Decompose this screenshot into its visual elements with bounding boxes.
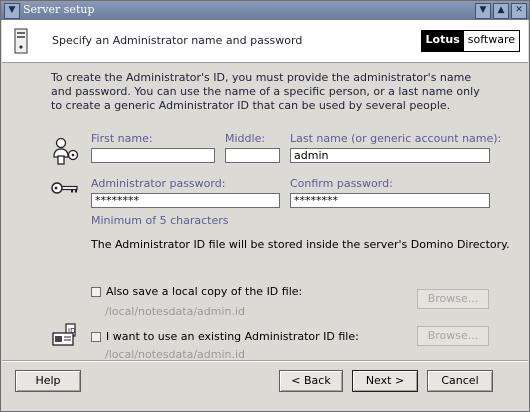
first-name-input[interactable] <box>91 148 215 163</box>
middle-name-label: Middle: <box>225 132 266 145</box>
id-storage-note: The Administrator ID file will be stored… <box>91 238 510 251</box>
last-name-input[interactable]: admin <box>290 148 490 163</box>
server-icon <box>14 28 28 54</box>
key-icon <box>51 182 78 194</box>
window-title: Server setup <box>23 3 95 16</box>
confirm-password-input[interactable]: ******** <box>290 193 490 208</box>
title-bar: ▼ Server setup ▼ ▲ ✕ <box>1 1 529 20</box>
existing-id-browse-button[interactable]: Browse... <box>417 326 489 346</box>
next-button[interactable]: Next > <box>352 370 418 392</box>
wizard-header: Specify an Administrator name and passwo… <box>2 20 528 63</box>
confirm-password-label: Confirm password: <box>290 177 393 190</box>
help-button[interactable]: Help <box>15 370 81 392</box>
minimize-button[interactable]: ▼ <box>475 3 491 19</box>
close-button[interactable]: ✕ <box>511 3 527 19</box>
last-name-label: Last name (or generic account name): <box>290 132 502 145</box>
setup-window: ▼ Server setup ▼ ▲ ✕ Specify an Administ… <box>0 0 530 412</box>
local-copy-label[interactable]: Also save a local copy of the ID file: <box>106 285 302 298</box>
window-menu-button[interactable]: ▼ <box>4 3 20 19</box>
logo-strong-text: Lotus <box>421 31 464 51</box>
password-hint: Minimum of 5 characters <box>91 214 229 227</box>
person-key-icon <box>53 137 79 165</box>
middle-name-input[interactable] <box>225 148 280 163</box>
local-copy-path: /local/notesdata/admin.id <box>105 305 246 318</box>
admin-password-input[interactable]: ******** <box>91 193 280 208</box>
cancel-button[interactable]: Cancel <box>427 370 493 392</box>
intro-text: To create the Administrator's ID, you mu… <box>51 71 480 112</box>
logo-light-text: software <box>463 31 519 51</box>
existing-id-label[interactable]: I want to use an existing Administrator … <box>106 330 359 343</box>
footer-separator <box>2 360 528 362</box>
local-copy-browse-button[interactable]: Browse... <box>417 289 489 309</box>
admin-password-label: Administrator password: <box>91 177 226 190</box>
lotus-software-logo: Lotus software <box>420 30 520 52</box>
local-copy-checkbox[interactable] <box>91 287 101 297</box>
existing-id-checkbox[interactable] <box>91 332 101 342</box>
back-button[interactable]: < Back <box>279 370 343 392</box>
page-title: Specify an Administrator name and passwo… <box>52 34 303 47</box>
id-file-icon: ID <box>52 323 76 346</box>
maximize-button[interactable]: ▲ <box>493 3 509 19</box>
first-name-label: First name: <box>91 132 153 145</box>
